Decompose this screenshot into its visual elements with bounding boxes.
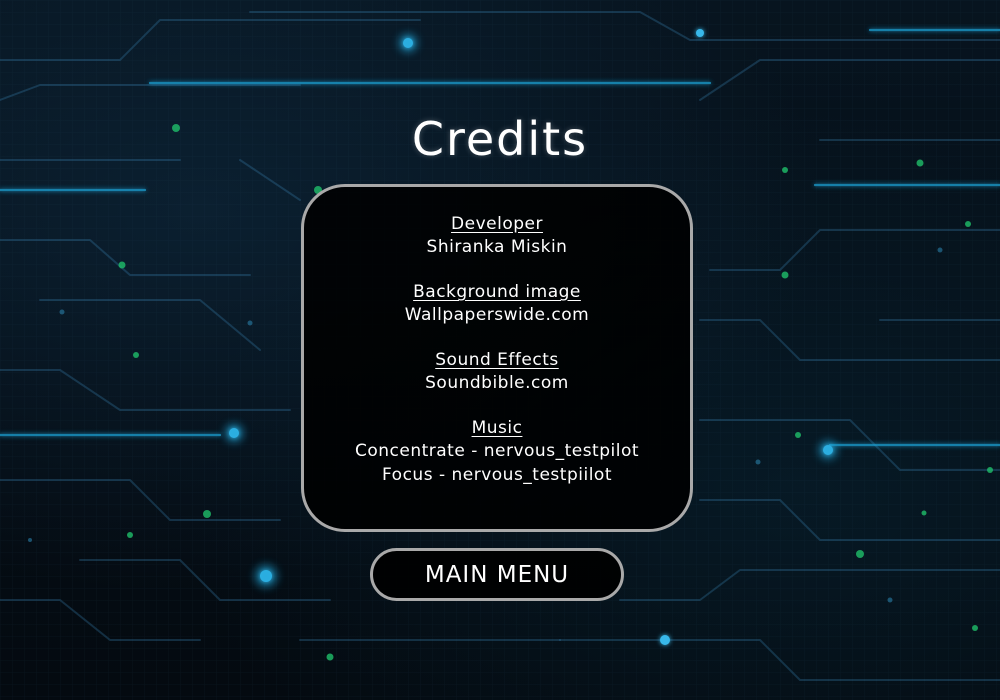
credit-line: Focus - nervous_testpiilot [382, 465, 612, 485]
credits-panel: Developer Shiranka Miskin Background ima… [301, 184, 693, 532]
page-title: Credits [411, 112, 589, 166]
credit-line: Soundbible.com [425, 373, 569, 393]
section-heading: Music [471, 418, 523, 438]
section-heading: Sound Effects [435, 350, 559, 370]
credits-section-developer: Developer Shiranka Miskin [304, 213, 690, 259]
credits-section-music: Music Concentrate - nervous_testpilot Fo… [304, 417, 690, 487]
credits-section-background-image: Background image Wallpaperswide.com [304, 281, 690, 327]
credit-line: Shiranka Miskin [426, 237, 568, 257]
main-menu-button[interactable]: MAIN MENU [370, 548, 624, 601]
credit-line: Wallpaperswide.com [404, 305, 590, 325]
section-heading: Background image [413, 282, 581, 302]
section-heading: Developer [451, 214, 543, 234]
credits-screen: Credits Developer Shiranka Miskin Backgr… [0, 0, 1000, 700]
credit-line: Concentrate - nervous_testpilot [354, 441, 640, 461]
credits-section-sound-effects: Sound Effects Soundbible.com [304, 349, 690, 395]
